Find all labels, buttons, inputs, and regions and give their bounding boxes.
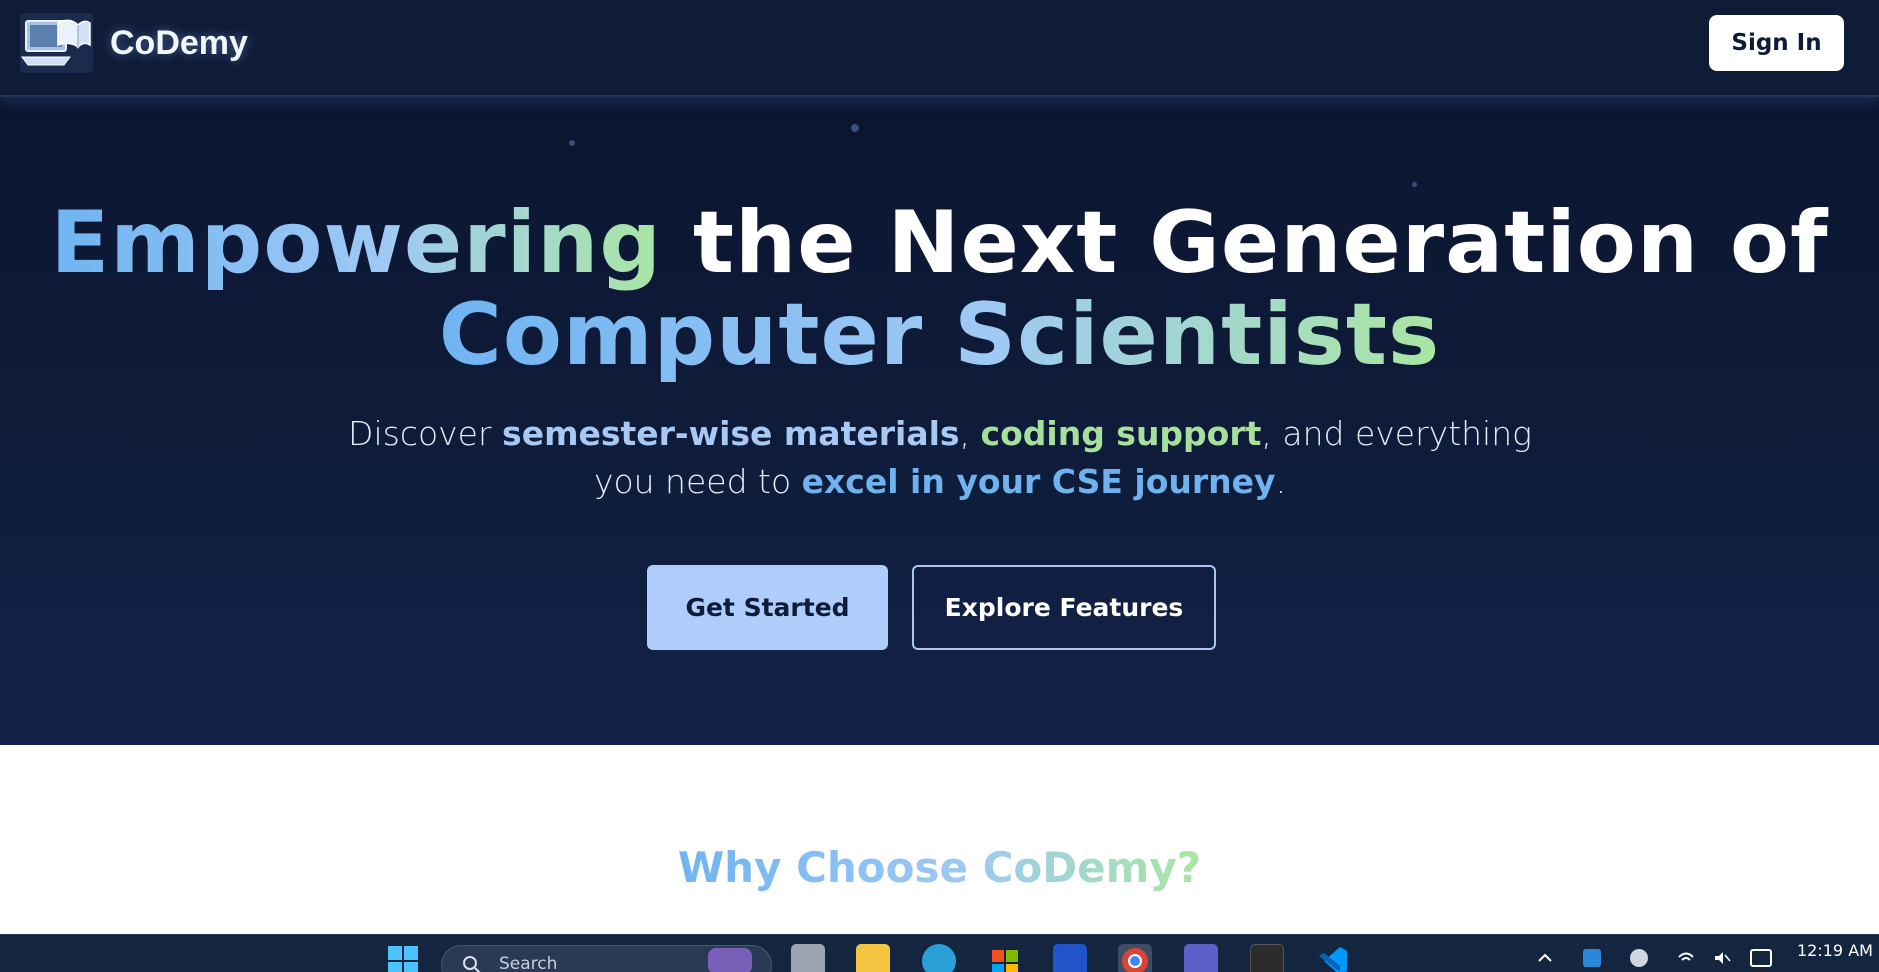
star-decoration: [1412, 182, 1417, 187]
hero-title-text: the Next Generation of: [661, 193, 1829, 293]
search-placeholder: Search: [499, 954, 558, 972]
defender-icon[interactable]: [1583, 949, 1601, 967]
file-icon[interactable]: [791, 944, 825, 972]
taskbar-search[interactable]: Search: [441, 945, 772, 972]
brand-name[interactable]: CoDemy: [110, 24, 248, 63]
subtitle-highlight-coding: coding support: [980, 414, 1262, 453]
search-icon: [462, 955, 482, 972]
battery-icon[interactable]: [1750, 949, 1772, 967]
explore-features-button[interactable]: Explore Features: [912, 565, 1216, 650]
section-title: Why Choose CoDemy?: [0, 843, 1879, 893]
why-choose-title: Why Choose CoDemy?: [677, 843, 1202, 892]
star-decoration: [851, 124, 859, 132]
get-started-button[interactable]: Get Started: [647, 565, 888, 650]
os-taskbar: Search 12:19 AM: [0, 934, 1879, 972]
subtitle-highlight-journey: excel in your CSE journey: [801, 462, 1276, 501]
subtitle-highlight-materials: semester-wise materials: [502, 414, 960, 453]
file-explorer-icon[interactable]: [856, 944, 890, 972]
taskbar-clock[interactable]: 12:19 AM: [1797, 941, 1873, 960]
hero-title-highlight-2: Computer Scientists: [438, 285, 1441, 385]
terminal-icon[interactable]: [1250, 944, 1284, 972]
teams-icon[interactable]: [1184, 944, 1218, 972]
hero-title-highlight: Empowering: [50, 193, 662, 293]
site-header: CoDemy Sign In: [0, 0, 1879, 97]
subtitle-text: Discover: [348, 414, 503, 453]
star-decoration: [569, 140, 575, 146]
windows-start-icon[interactable]: [386, 944, 420, 972]
search-highlight-icon: [708, 948, 752, 972]
hero-subtitle: Discover semester-wise materials, coding…: [340, 410, 1540, 506]
app-icon[interactable]: [1053, 944, 1087, 972]
subtitle-text: ,: [959, 414, 981, 453]
vscode-icon[interactable]: [1316, 944, 1350, 972]
volume-muted-icon[interactable]: [1713, 949, 1731, 967]
logo-icon[interactable]: [20, 13, 93, 73]
chrome-icon[interactable]: [1118, 944, 1152, 972]
wifi-icon[interactable]: [1677, 949, 1695, 967]
hero-section: Empowering the Next Generation of Comput…: [0, 97, 1879, 745]
store-icon[interactable]: [988, 944, 1022, 972]
subtitle-text: .: [1275, 462, 1287, 501]
hero-title: Empowering the Next Generation of Comput…: [0, 197, 1879, 381]
chevron-up-icon[interactable]: [1536, 949, 1554, 967]
edge-icon[interactable]: [922, 944, 956, 972]
onedrive-icon[interactable]: [1630, 949, 1648, 967]
sign-in-button[interactable]: Sign In: [1709, 15, 1844, 71]
